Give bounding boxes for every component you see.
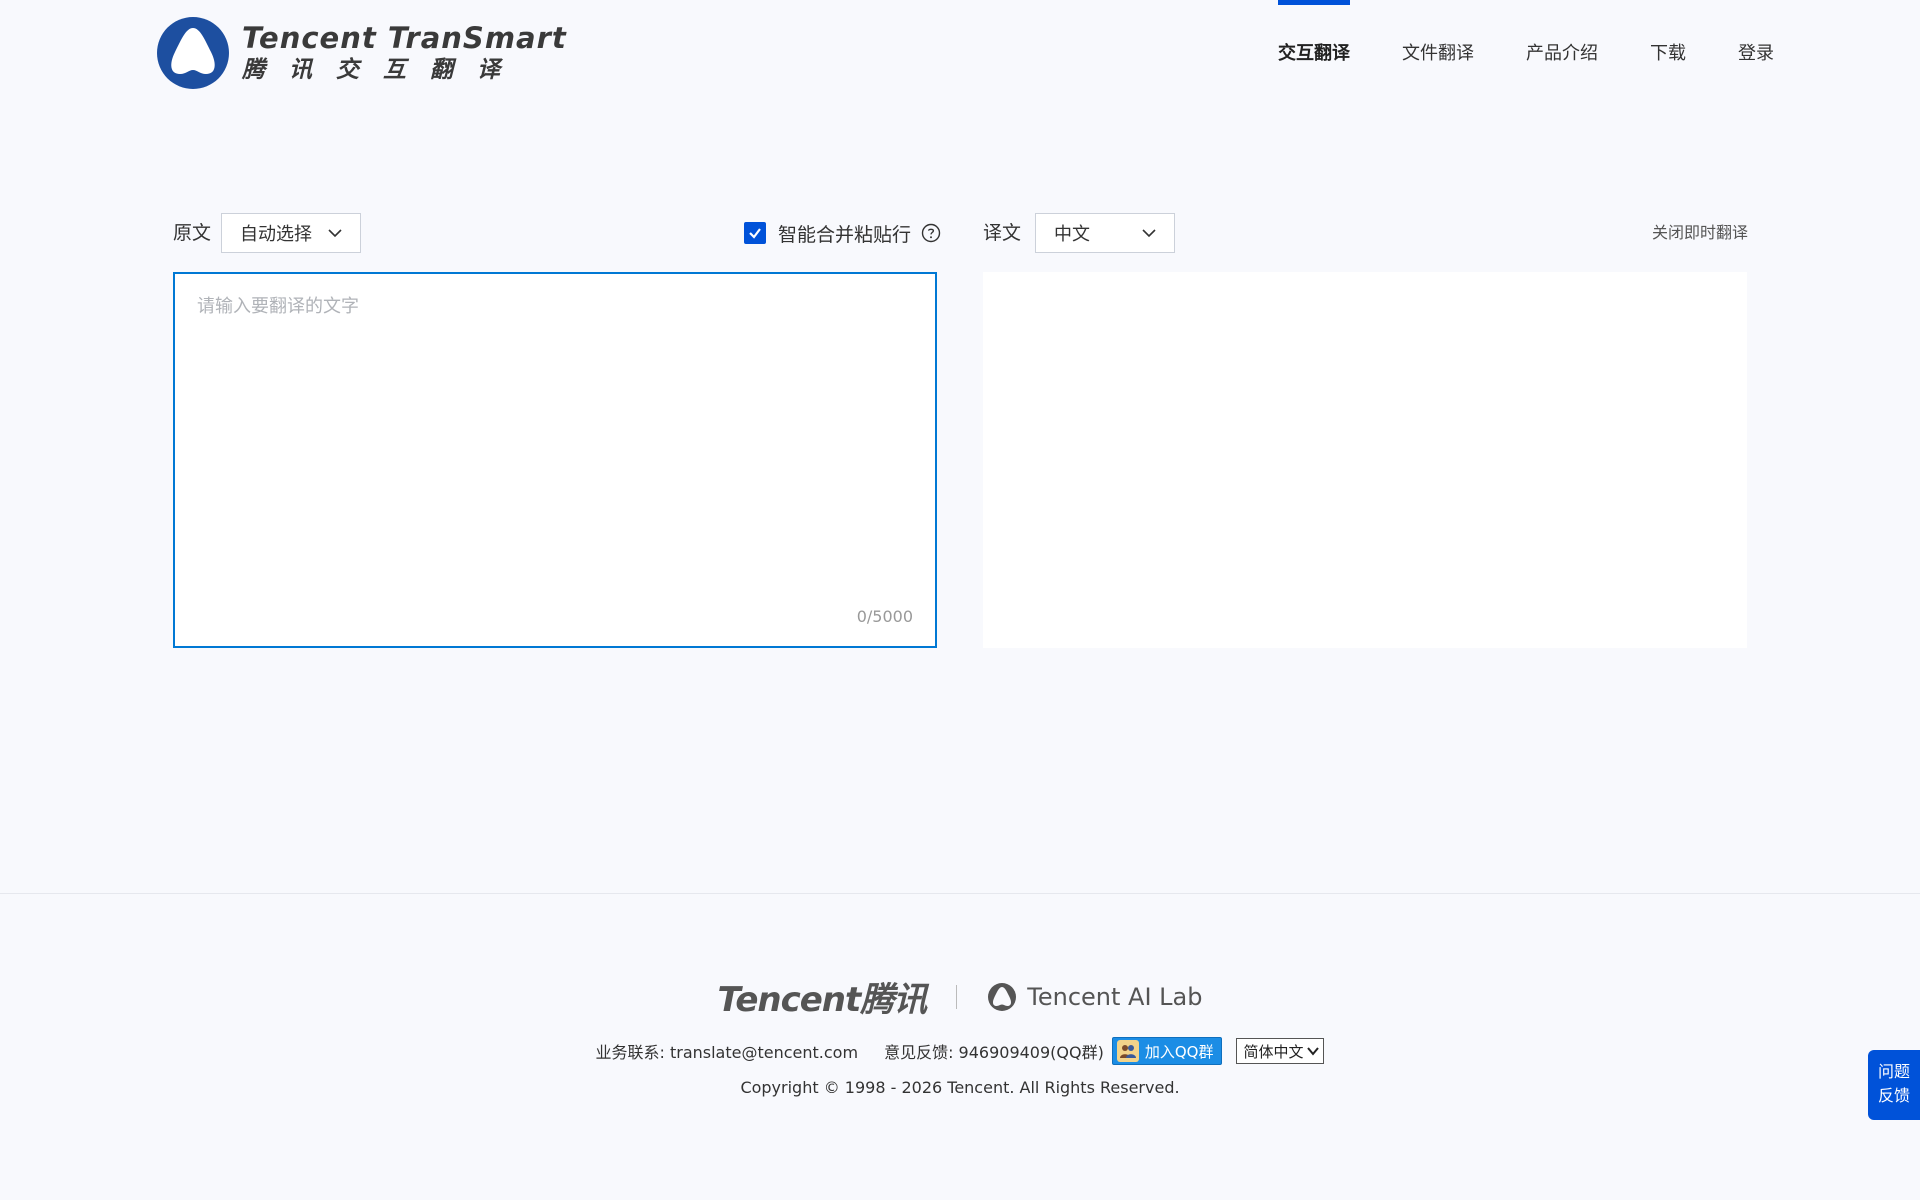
nav-document-translate[interactable]: 文件翻译 xyxy=(1402,0,1474,108)
merge-lines-checkbox[interactable] xyxy=(744,222,766,244)
transmart-logo-icon xyxy=(157,17,229,89)
feedback-button[interactable]: 问题 反馈 xyxy=(1868,1050,1920,1120)
target-output-panel xyxy=(983,272,1747,648)
qq-group-icon xyxy=(1116,1040,1139,1062)
feedback-contact: 意见反馈: 946909409(QQ群) xyxy=(884,1043,1104,1062)
footer-info: 业务联系: translate@tencent.com 意见反馈: 946909… xyxy=(0,1037,1920,1065)
source-language-select[interactable]: 自动选择 xyxy=(221,213,361,253)
source-label: 原文 xyxy=(173,222,212,244)
chevron-down-icon xyxy=(1142,229,1156,238)
source-text-input[interactable] xyxy=(175,274,935,646)
chevron-down-icon xyxy=(328,229,342,238)
site-language-value: 简体中文 xyxy=(1243,1042,1304,1061)
nav-login[interactable]: 登录 xyxy=(1738,0,1774,108)
merge-lines-label: 智能合并粘贴行 xyxy=(778,223,912,246)
target-label: 译文 xyxy=(983,222,1022,244)
join-qq-group-label: 加入QQ群 xyxy=(1144,1042,1214,1061)
logo-separator xyxy=(956,984,958,1009)
source-panel: 0/5000 xyxy=(173,272,937,648)
ailab-icon xyxy=(988,982,1017,1011)
close-instant-translate-button[interactable]: 关闭即时翻译 xyxy=(1652,213,1748,253)
feedback-line-2: 反馈 xyxy=(1877,1086,1910,1105)
nav-product-intro[interactable]: 产品介绍 xyxy=(1526,0,1598,108)
transmart-logo[interactable]: Tencent TranSmart 腾讯交互翻译 xyxy=(156,16,567,90)
logo-title-en: Tencent TranSmart xyxy=(242,21,567,55)
logo-text: Tencent TranSmart 腾讯交互翻译 xyxy=(242,21,567,85)
feedback-line-1: 问题 xyxy=(1877,1062,1910,1081)
check-icon xyxy=(749,228,761,239)
target-language-select[interactable]: 中文 xyxy=(1035,213,1175,253)
footer-logos: Tencent腾讯 Tencent AI Lab xyxy=(0,972,1920,1021)
nav-download[interactable]: 下载 xyxy=(1650,0,1686,108)
chevron-down-icon xyxy=(1307,1047,1320,1056)
ailab-text: Tencent AI Lab xyxy=(1027,982,1203,1011)
merge-lines-toggle[interactable]: 智能合并粘贴行 xyxy=(744,213,941,253)
header: Tencent TranSmart 腾讯交互翻译 交互翻译 文件翻译 产品介绍 … xyxy=(0,0,1920,110)
target-language-value: 中文 xyxy=(1054,224,1090,245)
nav-interactive-translate[interactable]: 交互翻译 xyxy=(1278,0,1350,108)
tencent-logo: Tencent腾讯 xyxy=(717,980,928,1020)
business-contact: 业务联系: translate@tencent.com xyxy=(595,1043,859,1062)
main-nav: 交互翻译 文件翻译 产品介绍 下载 登录 xyxy=(1226,0,1774,108)
copyright: Copyright © 1998 - 2026 Tencent. All Rig… xyxy=(740,1078,1180,1097)
people-icon xyxy=(1119,1045,1136,1058)
ailab-logo: Tencent AI Lab xyxy=(987,982,1202,1012)
help-icon[interactable] xyxy=(921,223,941,243)
logo-title-cn: 腾讯交互翻译 xyxy=(242,57,524,83)
site-language-select[interactable]: 简体中文 xyxy=(1236,1038,1325,1064)
source-language-value: 自动选择 xyxy=(240,224,312,245)
footer-divider xyxy=(0,893,1920,894)
character-counter: 0/5000 xyxy=(856,607,913,626)
join-qq-group-button[interactable]: 加入QQ群 xyxy=(1111,1037,1223,1065)
